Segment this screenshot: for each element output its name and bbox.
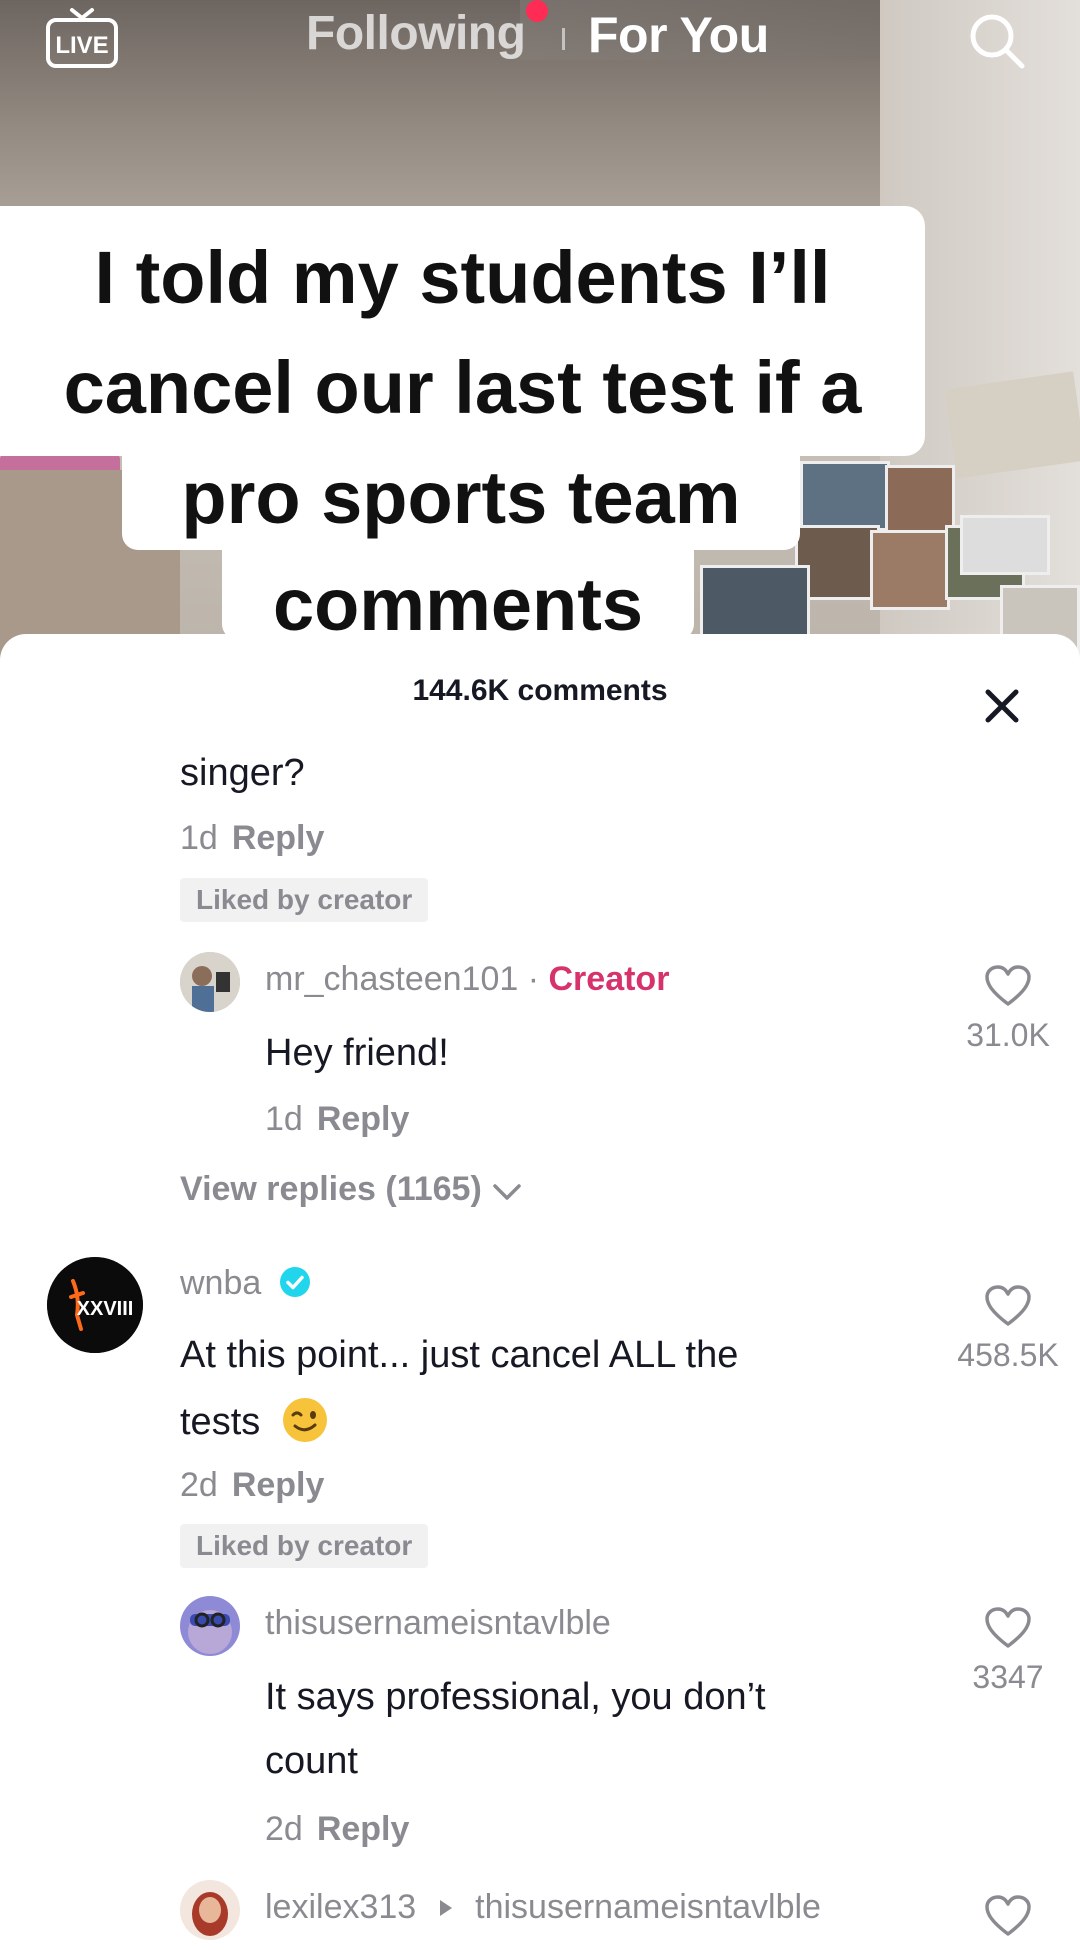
tab-for-you[interactable]: For You — [588, 6, 769, 64]
reply-arrow-icon — [439, 1900, 452, 1916]
comment-text: Hey friend! — [265, 1032, 449, 1074]
comments-sheet: 144.6K comments singer? 1d Reply Liked by… — [0, 634, 1080, 1950]
reply-button[interactable]: Reply — [232, 819, 325, 857]
notification-dot — [526, 0, 548, 22]
avatar[interactable]: XXVIII — [47, 1257, 143, 1353]
reply-button[interactable]: Reply — [317, 1810, 410, 1848]
heart-icon[interactable] — [984, 1894, 1032, 1938]
like-count: 31.0K — [966, 1017, 1050, 1053]
liked-by-creator-badge: Liked by creator — [180, 1524, 429, 1568]
top-nav: LIVE Following For You — [0, 0, 1080, 80]
comment-text-line-1: It says professional, you don’t — [265, 1676, 766, 1718]
live-label: LIVE — [55, 32, 108, 59]
liked-by-creator-badge: Liked by creator — [180, 878, 429, 922]
search-icon[interactable] — [966, 10, 1028, 72]
like-count: 458.5K — [957, 1337, 1059, 1373]
avatar[interactable] — [180, 1880, 240, 1940]
view-replies-label: View replies (1165) — [180, 1170, 482, 1208]
winking-face-icon — [282, 1398, 327, 1442]
comment-username[interactable]: lexilex313 — [265, 1888, 416, 1926]
reply-to-username[interactable]: thisusernameisntavlble — [475, 1888, 821, 1926]
comment-username[interactable]: mr_chasteen101 — [265, 960, 518, 998]
like-count: 3347 — [972, 1659, 1044, 1695]
comment-time: 2d — [265, 1810, 303, 1848]
verified-badge-icon — [279, 1267, 310, 1297]
username-separator: · — [518, 960, 549, 998]
like-button[interactable] — [948, 1894, 1068, 1943]
comment-username[interactable]: wnba — [180, 1264, 261, 1302]
heart-icon[interactable] — [984, 1606, 1032, 1650]
chevron-down-icon — [493, 1184, 521, 1200]
comment-text-line-1: At this point... just cancel ALL the — [180, 1334, 739, 1376]
comment-time: 1d — [265, 1100, 303, 1138]
view-replies-button[interactable]: View replies (1165) — [180, 1170, 522, 1209]
reply-button[interactable]: Reply — [317, 1100, 410, 1138]
reply-button[interactable]: Reply — [232, 1466, 325, 1504]
comment-text-line-2: tests — [180, 1396, 329, 1444]
like-button[interactable]: 3347 — [948, 1606, 1068, 1696]
comment-text-line-2: count — [265, 1740, 358, 1782]
like-button[interactable]: 458.5K — [948, 1284, 1068, 1374]
tab-following[interactable]: Following — [306, 6, 526, 61]
caption-line-1: I told my students I’ll — [94, 236, 831, 319]
caption-line-3: pro sports team — [181, 456, 741, 539]
close-icon[interactable] — [982, 686, 1022, 726]
comments-count-title: 144.6K comments — [412, 674, 668, 707]
tab-divider — [562, 28, 565, 50]
creator-tag: Creator — [548, 960, 670, 998]
wnba-logo-text: XXVIII — [77, 1298, 134, 1320]
heart-icon[interactable] — [984, 1284, 1032, 1328]
comment-username[interactable]: thisusernameisntavlble — [265, 1604, 611, 1643]
live-tv-icon[interactable]: LIVE — [44, 6, 120, 72]
avatar[interactable] — [180, 952, 240, 1012]
comment-time: 1d — [180, 819, 218, 857]
caption-line-2: cancel our last test if a — [63, 346, 862, 429]
like-button[interactable]: 31.0K — [948, 964, 1068, 1054]
heart-icon[interactable] — [984, 964, 1032, 1008]
comment-time: 2d — [180, 1466, 218, 1504]
avatar[interactable] — [180, 1596, 240, 1656]
comment-text: singer? — [180, 752, 305, 794]
